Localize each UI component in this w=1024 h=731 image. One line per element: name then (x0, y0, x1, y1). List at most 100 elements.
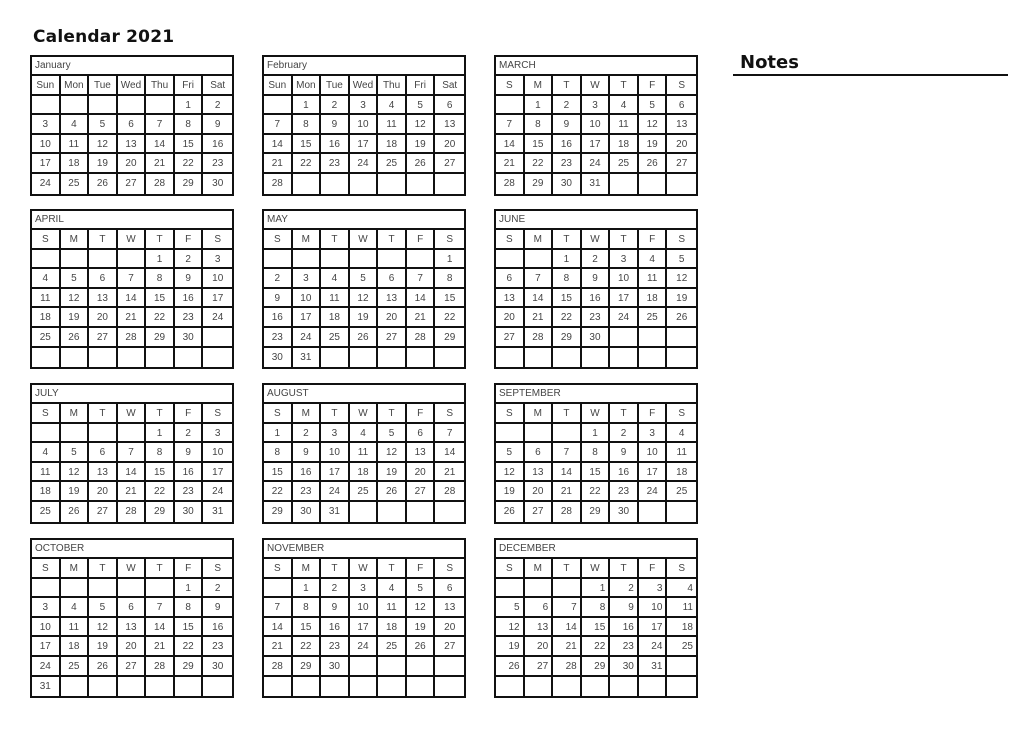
day-cell: 11 (60, 134, 90, 155)
day-cell: 8 (581, 598, 611, 618)
day-cell: 23 (581, 308, 611, 328)
day-cell (264, 676, 293, 697)
day-cell: 16 (203, 135, 232, 155)
weekday-header: M (60, 404, 90, 424)
day-cell: 20 (524, 482, 554, 502)
day-cell (525, 347, 554, 368)
day-cell: 17 (610, 288, 639, 309)
day-cell: 22 (174, 154, 204, 174)
month-july: JULY S M T W T F S 1 2 3 4 5 6 7 8 9 10 11 12 13 14 15 16 17 18 19… (30, 383, 234, 524)
day-cell (89, 347, 118, 368)
day-cell: 24 (32, 173, 61, 194)
day-cell: 5 (496, 443, 525, 463)
day-cell (524, 423, 554, 444)
day-cell: 14 (435, 443, 464, 463)
day-cell: 19 (89, 637, 118, 657)
day-cell: 11 (60, 617, 90, 638)
day-cell: 18 (60, 637, 90, 657)
weekday-header: F (638, 404, 668, 424)
day-cell: 11 (321, 288, 350, 309)
day-cell: 13 (435, 115, 464, 135)
day-cell (378, 347, 407, 368)
day-cell: 19 (378, 462, 407, 483)
day-cell (406, 656, 436, 677)
day-cell: 17 (32, 154, 61, 174)
weekday-header: Mon (292, 76, 322, 96)
day-cell: 12 (406, 115, 436, 135)
weekday-header: S (667, 230, 696, 250)
day-cell: 20 (117, 154, 147, 174)
day-cell: 14 (553, 617, 582, 638)
month-name: February (264, 57, 464, 76)
day-cell: 22 (524, 154, 554, 174)
day-cell: 4 (378, 95, 407, 116)
day-cell: 30 (581, 327, 611, 348)
day-cell: 28 (435, 482, 464, 502)
day-cell: 16 (610, 462, 639, 483)
day-cell: 24 (638, 637, 668, 657)
day-cell: 17 (32, 637, 61, 657)
day-cell (435, 502, 464, 522)
weekday-header: T (378, 230, 407, 250)
day-cell: 16 (174, 462, 204, 483)
day-cell: 21 (496, 154, 525, 174)
day-cell: 11 (638, 269, 668, 289)
day-cell: 18 (610, 134, 639, 155)
day-cell: 4 (638, 249, 668, 270)
day-cell: 9 (264, 288, 293, 309)
day-cell (407, 676, 436, 697)
day-cell: 15 (264, 462, 293, 483)
weekday-header: S (264, 404, 293, 424)
day-cell (378, 249, 407, 270)
day-cell (610, 327, 639, 348)
day-cell: 12 (89, 617, 118, 638)
weekday-header: T (89, 404, 118, 424)
weekday-header: W (117, 404, 147, 424)
day-cell: 16 (264, 308, 293, 328)
day-cell: 3 (32, 598, 61, 618)
day-cell (146, 95, 175, 116)
day-cell: 14 (117, 462, 147, 483)
weekday-header: W (349, 559, 379, 579)
day-cell: 2 (174, 249, 204, 270)
weekday-header: F (174, 559, 204, 579)
weekday-header: S (667, 404, 696, 424)
day-cell: 25 (378, 637, 407, 657)
month-name: January (32, 57, 232, 76)
day-cell: 22 (264, 482, 293, 502)
day-cell: 23 (203, 637, 232, 657)
day-cell: 18 (667, 618, 696, 638)
day-cell (496, 423, 525, 444)
weekday-header: Sun (32, 76, 61, 96)
day-cell: 1 (553, 249, 582, 270)
weekday-header: T (321, 230, 350, 250)
weekday-header: M (292, 559, 322, 579)
day-cell: 13 (667, 115, 696, 135)
month-august: AUGUST S M T W T F S 1 2 3 4 5 6 7 8 9 10 11 12 13 14 15 16 17 18… (262, 383, 466, 524)
day-cell (553, 578, 582, 599)
day-cell: 3 (349, 95, 379, 116)
day-cell: 21 (264, 154, 293, 174)
day-cell: 1 (264, 423, 293, 444)
notes-section: Notes (733, 52, 1008, 76)
day-cell: 5 (349, 269, 379, 289)
day-cell: 19 (638, 134, 668, 155)
day-cell: 6 (89, 443, 118, 463)
day-cell (667, 328, 696, 348)
month-january: January Sun Mon Tue Wed Thu Fri Sat 1 2 3 4 5 6 7 8 9 10 1… (30, 55, 234, 196)
day-cell: 6 (524, 443, 554, 463)
day-cell: 29 (146, 501, 175, 522)
day-cell: 4 (321, 269, 350, 289)
weekday-header: T (553, 76, 582, 96)
day-cell: 29 (146, 327, 175, 348)
day-cell: 2 (321, 578, 350, 599)
month-name: SEPTEMBER (496, 385, 696, 404)
month-march: MARCH S M T W T F S 1 2 3 4 5 6 7 8 9 10 11 12 13 14 15 16 17 18 1… (494, 55, 698, 196)
day-cell: 15 (292, 617, 322, 638)
day-cell: 25 (32, 327, 61, 348)
day-cell: 18 (378, 134, 407, 155)
day-cell: 20 (89, 308, 118, 328)
day-cell: 15 (524, 134, 554, 155)
day-cell (321, 249, 350, 270)
day-cell: 20 (117, 637, 147, 657)
